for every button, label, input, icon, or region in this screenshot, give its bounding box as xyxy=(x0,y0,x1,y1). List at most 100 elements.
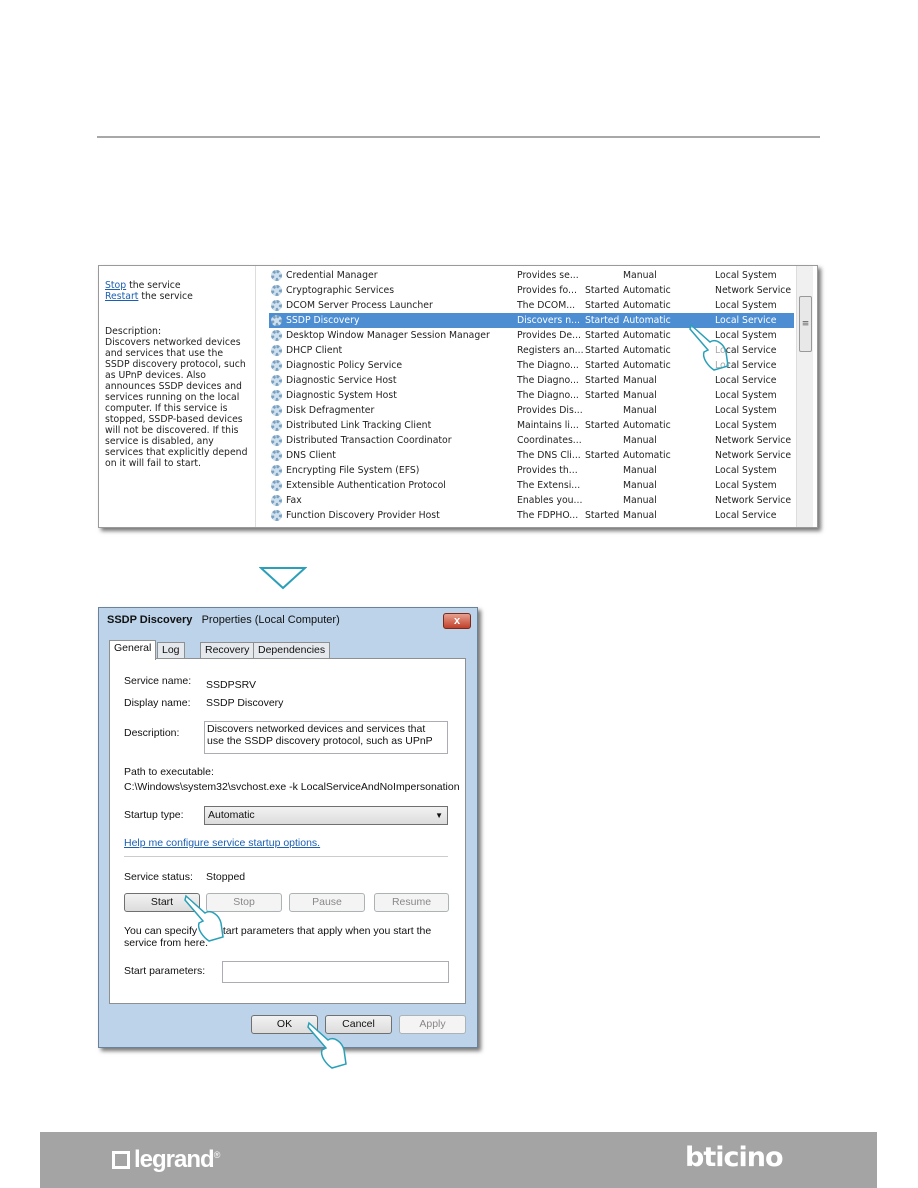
gear-icon xyxy=(271,270,282,281)
tab-log-on[interactable]: Log On xyxy=(157,642,185,671)
service-log-on-as: Local System xyxy=(715,300,777,311)
service-status: Started xyxy=(585,300,620,311)
services-window: Stop the service Restart the service Des… xyxy=(98,265,818,528)
service-row[interactable]: Function Discovery Provider Host The FDP… xyxy=(269,508,794,523)
stop-suffix: the service xyxy=(126,280,181,291)
gear-icon xyxy=(271,315,282,326)
service-startup-type: Automatic xyxy=(623,300,671,311)
footer: legrand® bticino xyxy=(40,1132,877,1188)
service-log-on-as: Local System xyxy=(715,465,777,476)
service-row[interactable]: DCOM Server Process Launcher The DCOM...… xyxy=(269,298,794,313)
service-status: Started xyxy=(585,330,620,341)
start-params-input[interactable] xyxy=(222,961,449,983)
service-description: The DCOM... xyxy=(517,300,576,311)
service-name: Distributed Transaction Coordinator xyxy=(286,435,452,446)
service-status-label: Service status: xyxy=(124,871,193,883)
service-description: Maintains li... xyxy=(517,420,579,431)
service-name-value: SSDPSRV xyxy=(206,679,256,691)
resume-button[interactable]: Resume xyxy=(374,893,449,912)
legrand-logo: legrand® xyxy=(112,1146,220,1174)
legrand-mark-icon xyxy=(112,1151,130,1169)
service-startup-type: Automatic xyxy=(623,360,671,371)
down-arrow-icon xyxy=(259,567,307,590)
service-log-on-as: Local Service xyxy=(715,375,777,386)
apply-button[interactable]: Apply xyxy=(399,1015,466,1034)
service-row[interactable]: Encrypting File System (EFS) Provides th… xyxy=(269,463,794,478)
service-status: Started xyxy=(585,345,620,356)
dialog-title: SSDP Discovery Properties (Local Compute… xyxy=(107,614,340,626)
gear-icon xyxy=(271,360,282,371)
service-startup-type: Automatic xyxy=(623,330,671,341)
service-status-value: Stopped xyxy=(206,871,246,883)
service-description: The Diagno... xyxy=(517,390,579,401)
service-name: Extensible Authentication Protocol xyxy=(286,480,446,491)
restart-suffix: the service xyxy=(138,291,193,302)
service-status: Started xyxy=(585,285,620,296)
pointing-hand-icon xyxy=(689,323,729,371)
startup-type-select[interactable]: Automatic ▼ xyxy=(204,806,448,825)
display-name-label: Display name: xyxy=(124,697,191,709)
service-description: Enables you... xyxy=(517,495,583,506)
service-description: Provides De... xyxy=(517,330,581,341)
service-log-on-as: Local Service xyxy=(715,510,777,521)
service-startup-type: Manual xyxy=(623,390,657,401)
tab-general[interactable]: General xyxy=(109,640,157,660)
service-status: Started xyxy=(585,510,620,521)
properties-dialog: SSDP Discovery Properties (Local Compute… xyxy=(98,607,478,1048)
tab-dependencies[interactable]: Dependencies xyxy=(253,642,331,659)
path-label: Path to executable: xyxy=(124,766,214,778)
service-row[interactable]: Extensible Authentication Protocol The E… xyxy=(269,478,794,493)
service-row[interactable]: Disk Defragmenter Provides Dis... Manual… xyxy=(269,403,794,418)
service-description: Coordinates... xyxy=(517,435,582,446)
service-description: The FDPHO... xyxy=(517,510,579,521)
service-row[interactable]: Distributed Link Tracking Client Maintai… xyxy=(269,418,794,433)
stop-service-link[interactable]: Stop xyxy=(105,280,126,291)
pause-button[interactable]: Pause xyxy=(289,893,365,912)
service-name: DCOM Server Process Launcher xyxy=(286,300,433,311)
service-name: Disk Defragmenter xyxy=(286,405,375,416)
gear-icon xyxy=(271,510,282,521)
service-row[interactable]: Diagnostic System Host The Diagno... Sta… xyxy=(269,388,794,403)
gear-icon xyxy=(271,300,282,311)
service-description: The Diagno... xyxy=(517,360,579,371)
service-row[interactable]: Fax Enables you... Manual Network Servic… xyxy=(269,493,794,508)
description-text: Discovers networked devices and services… xyxy=(105,337,248,469)
service-startup-type: Manual xyxy=(623,405,657,416)
services-list: Credential Manager Provides se... Manual… xyxy=(269,268,794,523)
bticino-logo: bticino xyxy=(685,1142,784,1173)
service-description: The Diagno... xyxy=(517,375,579,386)
service-log-on-as: Network Service xyxy=(715,435,792,446)
service-row[interactable]: Credential Manager Provides se... Manual… xyxy=(269,268,794,283)
service-log-on-as: Local System xyxy=(715,405,777,416)
service-status: Started xyxy=(585,450,620,461)
path-value: C:\Windows\system32\svchost.exe -k Local… xyxy=(124,781,460,793)
service-status: Started xyxy=(585,315,620,326)
scrollbar-thumb[interactable]: ≡ xyxy=(799,296,812,352)
service-row[interactable]: Diagnostic Service Host The Diagno... St… xyxy=(269,373,794,388)
service-name: Function Discovery Provider Host xyxy=(286,510,440,521)
service-startup-type: Automatic xyxy=(623,315,671,326)
service-row[interactable]: Distributed Transaction Coordinator Coor… xyxy=(269,433,794,448)
vertical-scrollbar[interactable]: ≡ xyxy=(796,266,813,527)
restart-service-link[interactable]: Restart xyxy=(105,291,138,302)
close-button[interactable]: x xyxy=(443,613,471,629)
service-log-on-as: Network Service xyxy=(715,495,792,506)
startup-type-value: Automatic xyxy=(208,809,255,821)
service-startup-type: Manual xyxy=(623,480,657,491)
service-row[interactable]: DNS Client The DNS Cli... Started Automa… xyxy=(269,448,794,463)
gear-icon xyxy=(271,390,282,401)
service-log-on-as: Local System xyxy=(715,390,777,401)
service-row[interactable]: Cryptographic Services Provides fo... St… xyxy=(269,283,794,298)
help-link[interactable]: Help me configure service startup option… xyxy=(124,837,320,849)
start-params-hint: You can specify the start parameters tha… xyxy=(124,925,432,949)
service-name: Credential Manager xyxy=(286,270,378,281)
service-name: Diagnostic System Host xyxy=(286,390,397,401)
gear-icon xyxy=(271,480,282,491)
service-startup-type: Manual xyxy=(623,435,657,446)
general-panel: Service name: SSDPSRV Display name: SSDP… xyxy=(109,658,466,1004)
service-startup-type: Automatic xyxy=(623,285,671,296)
tab-recovery[interactable]: Recovery xyxy=(200,642,255,659)
gear-icon xyxy=(271,330,282,341)
divider xyxy=(97,136,820,138)
description-textbox[interactable]: Discovers networked devices and services… xyxy=(204,721,448,754)
